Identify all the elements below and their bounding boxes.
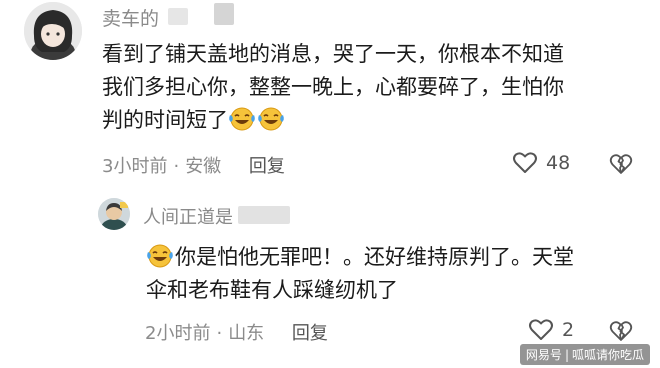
- comment-text: 看到了铺天盖地的消息，哭了一天，你根本不知道 我们多担心你，整整一晚上，心都要碎…: [102, 38, 647, 137]
- laughing-tears-emoji-icon: [257, 106, 285, 132]
- meta-separator: ·: [173, 156, 180, 177]
- redacted-username-part: [168, 8, 188, 25]
- watermark-separator: |: [564, 348, 569, 362]
- laughing-tears-emoji-icon: [228, 106, 256, 132]
- broken-heart-icon: [609, 321, 633, 341]
- like-count: 2: [562, 319, 575, 341]
- watermark-author: 呱呱请你吃瓜: [571, 348, 644, 362]
- like-button[interactable]: 2: [528, 318, 574, 342]
- comment-meta: 2小时前 · 山东 回复: [145, 319, 328, 345]
- comment-text-line: 你是怕他无罪吧！。还好维持原判了。天堂: [146, 241, 646, 274]
- avatar[interactable]: [24, 2, 82, 60]
- comment-location: 安徽: [185, 156, 222, 177]
- broken-heart-icon: [609, 154, 633, 174]
- reply-button[interactable]: 回复: [292, 323, 328, 344]
- comment-location: 山东: [228, 323, 265, 344]
- watermark: 网易号 | 呱呱请你吃瓜: [519, 344, 650, 365]
- comment-meta: 3小时前 · 安徽 回复: [102, 152, 285, 178]
- redacted-username-part: [214, 3, 234, 25]
- dislike-button[interactable]: [609, 153, 633, 179]
- comment-text-line: 判的时间短了: [102, 104, 647, 137]
- comment-username[interactable]: 人间正道是: [143, 203, 233, 229]
- watermark-source: 网易号: [525, 348, 562, 362]
- comment-text-line: 伞和老布鞋有人踩缝纫机了: [146, 278, 398, 302]
- dislike-button[interactable]: [609, 320, 633, 346]
- laughing-tears-emoji-icon: [146, 243, 174, 269]
- redacted-username-part: [238, 206, 290, 224]
- heart-outline-icon: [529, 319, 553, 340]
- meta-separator: ·: [216, 323, 223, 344]
- comment-text-line: 看到了铺天盖地的消息，哭了一天，你根本不知道: [102, 42, 564, 66]
- comment-time: 2小时前: [145, 323, 211, 344]
- comment-text: 你是怕他无罪吧！。还好维持原判了。天堂 伞和老布鞋有人踩缝纫机了: [146, 241, 646, 307]
- avatar[interactable]: [98, 198, 130, 230]
- comment-username[interactable]: 卖车的: [102, 4, 159, 31]
- like-count: 48: [546, 152, 571, 174]
- comment-time: 3小时前: [102, 156, 168, 177]
- reply-button[interactable]: 回复: [249, 156, 285, 177]
- comment-text-line: 我们多担心你，整整一晚上，心都要碎了，生怕你: [102, 75, 564, 99]
- heart-outline-icon: [513, 152, 537, 173]
- like-button[interactable]: 48: [512, 151, 570, 175]
